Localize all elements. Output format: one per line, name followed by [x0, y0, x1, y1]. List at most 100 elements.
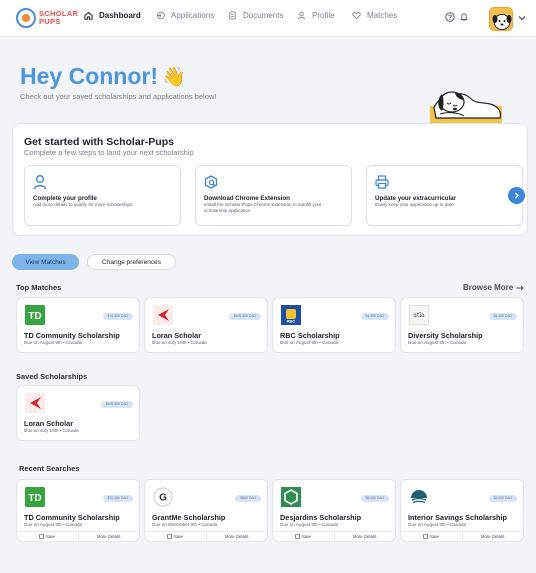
scholarship-meta: Due on July 10th • Canada	[24, 428, 79, 433]
amount-badge: $70,000 CAD	[102, 495, 133, 502]
nav-documents[interactable]: Documents	[228, 11, 283, 20]
nav-label-dashboard: Dashboard	[99, 11, 141, 20]
nav-label-applications: Applications	[171, 11, 215, 20]
loran-logo-icon	[25, 393, 45, 413]
nav-profile[interactable]: Profile	[297, 11, 335, 20]
td-logo-icon: TD	[25, 305, 45, 325]
card-actions: Save More Details	[401, 531, 523, 541]
scholarship-meta: Due on August 9th • Canada	[280, 522, 339, 527]
scholarship-meta: Due on July 10th • Canada	[152, 340, 207, 345]
scholarship-card-loran[interactable]: $100,000 CAD Loran Scholar Due on July 1…	[144, 297, 268, 353]
scholarship-meta: Due on August 9th • Canada	[408, 522, 467, 527]
recent-card-grantme[interactable]: G $800 CAD GrantMe Scholarship Due on De…	[144, 479, 268, 542]
scholarship-meta: Due on December 9th • Canada	[152, 522, 218, 527]
next-steps-button[interactable]	[508, 187, 525, 204]
amount-badge: $2,000 CAD	[488, 495, 517, 502]
dog-avatar-icon	[492, 14, 512, 30]
help-icon[interactable]	[445, 12, 455, 22]
amount-badge: $5,000 CAD	[360, 495, 389, 502]
step-complete-profile[interactable]: Complete your profile Add more details t…	[24, 165, 181, 226]
save-button[interactable]: Save	[401, 532, 462, 541]
heart-icon	[352, 11, 361, 20]
scholarship-card-rbc[interactable]: RBC $1,000 CAD RBC Scholarship Due on Au…	[272, 297, 396, 353]
scholarship-meta: Due on August 9th • Canada	[24, 522, 83, 527]
card-actions: Save More Details	[17, 531, 139, 541]
logo-line-2: PUPS	[39, 17, 61, 26]
amount-badge: $800 CAD	[235, 495, 261, 502]
more-details-button[interactable]: More Details	[77, 532, 140, 541]
step-description: Install the Scholar-Pups Chrome Extensio…	[204, 202, 322, 213]
scholarship-name: Desjardins Scholarship	[280, 513, 362, 522]
amount-badge: $100,000 CAD	[100, 401, 133, 408]
greeting-heading: Hey Connor! 👋	[20, 63, 186, 90]
amount-badge: $1,000 CAD	[360, 313, 389, 320]
scholarship-meta: Due on August 9th • Canada	[280, 340, 339, 345]
scholarship-card-diversity[interactable]: atla $5,000 CAD Diversity Scholarship Du…	[400, 297, 524, 353]
card-actions: Save More Details	[145, 531, 267, 541]
scholarship-meta: Due on August 9th • Canada	[408, 340, 467, 345]
save-button[interactable]: Save	[273, 532, 334, 541]
nav-label-matches: Matches	[367, 11, 398, 20]
save-button[interactable]: Save	[145, 532, 206, 541]
svg-text:G: G	[159, 493, 167, 504]
browse-more-link[interactable]: Browse More	[463, 283, 524, 292]
nav-matches[interactable]: Matches	[352, 11, 397, 20]
nav-dashboard[interactable]: Dashboard	[84, 11, 141, 20]
waving-hand-icon: 👋	[162, 66, 186, 88]
scholarship-name: Loran Scholar	[24, 419, 74, 428]
scholarship-card-td[interactable]: TD $70,000 CAD TD Community Scholarship …	[16, 297, 140, 353]
saved-card-loran[interactable]: $100,000 CAD Loran Scholar Due on July 1…	[16, 385, 140, 441]
chevron-down-icon[interactable]	[518, 14, 526, 22]
rbc-logo-icon: RBC	[281, 305, 301, 325]
step-title: Complete your profile	[33, 195, 97, 202]
avatar[interactable]	[489, 7, 513, 31]
recent-card-desjardins[interactable]: $5,000 CAD Desjardins Scholarship Due on…	[272, 479, 396, 542]
home-icon	[84, 11, 93, 20]
user-icon	[33, 175, 47, 190]
scholarship-name: TD Community Scholarship	[24, 513, 120, 522]
get-started-subtitle: Complete a few steps to land your next s…	[24, 148, 194, 157]
scholarship-meta: Due on August 9th • Canada	[24, 340, 83, 345]
bookmark-icon	[295, 534, 300, 539]
scholarship-name: RBC Scholarship	[280, 331, 340, 340]
save-button[interactable]: Save	[17, 532, 78, 541]
more-details-button[interactable]: More Details	[205, 532, 268, 541]
svg-text:RBC: RBC	[287, 319, 296, 324]
step-description: Easily keep your application up to date.	[375, 202, 455, 207]
scholar-pups-logo[interactable]: SCHOLAR PUPS	[16, 8, 78, 28]
greeting-text: Hey Connor!	[20, 63, 158, 89]
saved-scholarships-title: Saved Scholarships	[16, 372, 88, 381]
amount-badge: $100,000 CAD	[228, 313, 261, 320]
step-description: Add more details to qualify for more sch…	[33, 202, 133, 207]
paw-logo-icon	[16, 8, 36, 28]
step-download-extension[interactable]: Download Chrome Extension Install the Sc…	[195, 165, 352, 226]
greeting-subtitle: Check out your saved scholarships and ap…	[20, 92, 217, 101]
bell-icon[interactable]	[459, 12, 469, 22]
more-details-button[interactable]: More Details	[333, 532, 396, 541]
recent-card-interior-savings[interactable]: $2,000 CAD Interior Savings Scholarship …	[400, 479, 524, 542]
nav-applications[interactable]: Applications	[156, 11, 214, 20]
bookmark-icon	[423, 534, 428, 539]
get-started-title: Get started with Scholar-Pups	[24, 136, 174, 148]
recent-searches-title: Recent Searches	[19, 464, 80, 473]
more-details-button[interactable]: More Details	[461, 532, 524, 541]
printer-icon	[375, 175, 389, 189]
step-update-extracurricular[interactable]: Update your extracurricular Easily keep …	[366, 165, 523, 226]
change-preferences-button[interactable]: Change preferences	[87, 254, 176, 270]
loran-logo-icon	[153, 305, 173, 325]
scholarship-name: Loran Scholar	[152, 331, 202, 340]
view-matches-button[interactable]: View Matches	[12, 254, 79, 270]
bookmark-icon	[39, 534, 44, 539]
user-icon	[297, 11, 306, 20]
amount-badge: $70,000 CAD	[102, 313, 133, 320]
browse-more-label: Browse More	[463, 283, 514, 292]
get-started-panel: Get started with Scholar-Pups Complete a…	[12, 123, 528, 236]
scholarship-name: Diversity Scholarship	[408, 331, 483, 340]
applications-icon	[156, 11, 165, 20]
scholarship-name: GrantMe Scholarship	[152, 513, 226, 522]
extension-search-icon	[204, 175, 218, 189]
recent-card-td[interactable]: TD $70,000 CAD TD Community Scholarship …	[16, 479, 140, 542]
td-logo-icon: TD	[25, 487, 45, 507]
step-title: Download Chrome Extension	[204, 195, 290, 202]
scholarship-name: Interior Savings Scholarship	[408, 513, 507, 522]
